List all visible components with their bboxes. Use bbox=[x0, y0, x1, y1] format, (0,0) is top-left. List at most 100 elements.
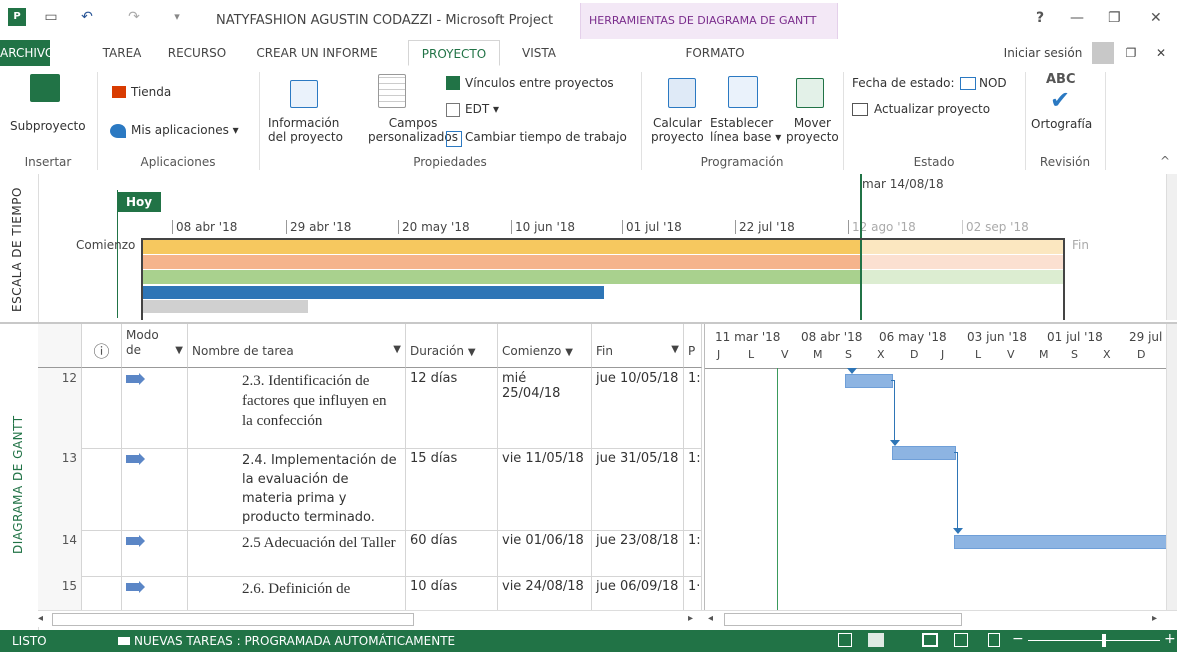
view-team-planner-icon[interactable] bbox=[922, 633, 938, 647]
pred-cell[interactable]: 1: bbox=[684, 368, 702, 448]
finish-cell[interactable]: jue 10/05/18 bbox=[592, 368, 684, 448]
timeline-scrollbar[interactable] bbox=[1166, 174, 1177, 320]
view-gantt-icon[interactable] bbox=[838, 633, 852, 647]
tab-task[interactable]: TAREA bbox=[100, 40, 144, 66]
scroll-right-icon[interactable]: ▸ bbox=[688, 613, 700, 625]
timeline-bar[interactable] bbox=[143, 300, 308, 313]
pred-cell[interactable]: 1· bbox=[684, 576, 702, 614]
info-column-header[interactable]: ⓘ bbox=[82, 324, 122, 368]
tab-file[interactable]: ARCHIVO bbox=[0, 40, 54, 66]
tab-project[interactable]: PROYECTO bbox=[408, 40, 500, 66]
table-row[interactable]: 13 2.4. Implementación de la evaluación … bbox=[38, 448, 702, 531]
zoom-out-icon[interactable]: − bbox=[1012, 631, 1024, 647]
duration-cell[interactable]: 10 días bbox=[406, 576, 498, 614]
tab-report[interactable]: CREAR UN INFORME bbox=[250, 40, 384, 66]
start-cell[interactable]: vie 11/05/18 bbox=[498, 448, 592, 530]
collapse-ribbon-icon[interactable]: ^ bbox=[1160, 154, 1170, 168]
task-name-cell[interactable]: 2.4. Implementación de la evaluación de … bbox=[188, 448, 406, 530]
pred-cell[interactable]: 1: bbox=[684, 530, 702, 576]
my-apps-button[interactable]: Mis aplicaciones ▾ bbox=[131, 123, 239, 137]
timeline-bar[interactable] bbox=[143, 270, 860, 284]
duration-cell[interactable]: 60 días bbox=[406, 530, 498, 576]
duration-cell[interactable]: 12 días bbox=[406, 368, 498, 448]
start-cell[interactable]: vie 01/06/18 bbox=[498, 530, 592, 576]
subproject-button[interactable]: Subproyecto bbox=[10, 119, 86, 133]
finish-cell[interactable]: jue 06/09/18 bbox=[592, 576, 684, 614]
pred-column-header[interactable]: P bbox=[684, 324, 702, 368]
select-all-cell[interactable] bbox=[38, 324, 82, 368]
signin-link[interactable]: Iniciar sesión bbox=[1000, 40, 1086, 66]
start-column-header[interactable]: Comienzo ▼ bbox=[498, 324, 592, 368]
view-report-icon[interactable] bbox=[988, 633, 1000, 647]
tab-format[interactable]: FORMATO bbox=[670, 40, 760, 66]
status-date-field[interactable]: NOD bbox=[960, 76, 1007, 90]
table-row[interactable]: 14 2.5 Adecuación del Taller 60 días vie… bbox=[38, 530, 702, 577]
finish-column-header[interactable]: Fin ▼ bbox=[592, 324, 684, 368]
tab-resource[interactable]: RECURSO bbox=[160, 40, 234, 66]
chart-scroll-thumb[interactable] bbox=[724, 613, 962, 626]
timeline-bar[interactable] bbox=[862, 240, 1063, 254]
gantt-vscrollbar[interactable] bbox=[1166, 324, 1177, 610]
customize-qat-icon[interactable]: ▾ bbox=[168, 8, 186, 26]
undo-icon[interactable]: ↶ bbox=[78, 8, 96, 26]
name-column-header[interactable]: Nombre de tarea ▼ bbox=[188, 324, 406, 368]
new-tasks-mode[interactable]: NUEVAS TAREAS : PROGRAMADA AUTOMÁTICAMEN… bbox=[118, 634, 455, 648]
finish-cell[interactable]: jue 31/05/18 bbox=[592, 448, 684, 530]
mode-column-header[interactable]: Modo de ▼ bbox=[122, 324, 188, 368]
gantt-bar[interactable] bbox=[845, 374, 893, 388]
scroll-left-icon[interactable]: ◂ bbox=[708, 613, 720, 625]
timeline-bar[interactable] bbox=[143, 255, 860, 269]
custom-fields-button[interactable]: Campos personalizados bbox=[368, 116, 458, 144]
timeline-bar[interactable] bbox=[143, 286, 604, 299]
grid-scroll-thumb[interactable] bbox=[52, 613, 414, 626]
tab-view[interactable]: VISTA bbox=[508, 40, 570, 66]
zoom-in-icon[interactable]: + bbox=[1164, 631, 1176, 647]
pred-cell[interactable]: 1: bbox=[684, 448, 702, 530]
save-icon[interactable]: ▭ bbox=[42, 8, 60, 26]
set-baseline-button[interactable]: Establecer línea base ▾ bbox=[710, 116, 781, 144]
store-button[interactable]: Tienda bbox=[131, 85, 171, 99]
gantt-side: DIAGRAMA DE GANTT bbox=[0, 324, 39, 630]
timeline-bar[interactable] bbox=[143, 240, 860, 254]
close-button[interactable]: ✕ bbox=[1150, 10, 1162, 26]
duration-column-header[interactable]: Duración ▼ bbox=[406, 324, 498, 368]
move-project-button[interactable]: Mover proyecto bbox=[786, 116, 839, 144]
redo-icon[interactable]: ↷ bbox=[125, 8, 143, 26]
view-task-usage-icon[interactable] bbox=[868, 633, 884, 647]
wbs-button[interactable]: EDT ▾ bbox=[465, 102, 499, 116]
change-worktime-button[interactable]: Cambiar tiempo de trabajo bbox=[465, 130, 627, 144]
task-name-cell[interactable]: 2.3. Identificación de factores que infl… bbox=[188, 368, 406, 448]
tick bbox=[622, 220, 623, 234]
project-info-button[interactable]: Información del proyecto bbox=[268, 116, 343, 144]
task-name-cell[interactable]: 2.5 Adecuación del Taller bbox=[188, 530, 406, 576]
table-row[interactable]: 15 2.6. Definición de 10 días vie 24/08/… bbox=[38, 576, 702, 614]
scroll-right-icon[interactable]: ▸ bbox=[1152, 613, 1164, 625]
avatar[interactable] bbox=[1092, 42, 1114, 64]
calc-project-button[interactable]: Calcular proyecto bbox=[651, 116, 704, 144]
finish-cell[interactable]: jue 23/08/18 bbox=[592, 530, 684, 576]
restore-button[interactable]: ❐ bbox=[1108, 10, 1121, 26]
duration-cell[interactable]: 15 días bbox=[406, 448, 498, 530]
update-project-button[interactable]: Actualizar proyecto bbox=[852, 102, 990, 116]
timeline-bar[interactable] bbox=[862, 270, 1063, 284]
timeline-bar[interactable] bbox=[862, 255, 1063, 269]
ribbon-display-icon[interactable]: ❐ bbox=[1120, 40, 1142, 66]
minimize-button[interactable]: — bbox=[1070, 10, 1084, 26]
links-between-button[interactable]: Vínculos entre proyectos bbox=[465, 76, 614, 90]
timescale-top: 08 abr '18 bbox=[801, 330, 863, 344]
zoom-slider-thumb[interactable] bbox=[1102, 634, 1106, 647]
gantt-bar[interactable] bbox=[892, 446, 956, 460]
scroll-left-icon[interactable]: ◂ bbox=[38, 613, 50, 625]
help-button[interactable]: ? bbox=[1036, 10, 1044, 26]
ribbon: Subproyecto Insertar Tienda Mis aplicaci… bbox=[0, 66, 1177, 175]
start-cell[interactable]: mié 25/04/18 bbox=[498, 368, 592, 448]
gantt-bar[interactable] bbox=[954, 535, 1167, 549]
table-row[interactable]: 12 2.3. Identificación de factores que i… bbox=[38, 368, 702, 449]
spelling-button[interactable]: Ortografía bbox=[1031, 117, 1092, 131]
view-resource-sheet-icon[interactable] bbox=[954, 633, 968, 647]
doc-close-icon[interactable]: ✕ bbox=[1150, 40, 1172, 66]
zoom-slider[interactable] bbox=[1028, 640, 1160, 641]
start-cell[interactable]: vie 24/08/18 bbox=[498, 576, 592, 614]
task-name-cell[interactable]: 2.6. Definición de bbox=[188, 576, 406, 614]
timeline-date: 29 abr '18 bbox=[290, 220, 352, 234]
